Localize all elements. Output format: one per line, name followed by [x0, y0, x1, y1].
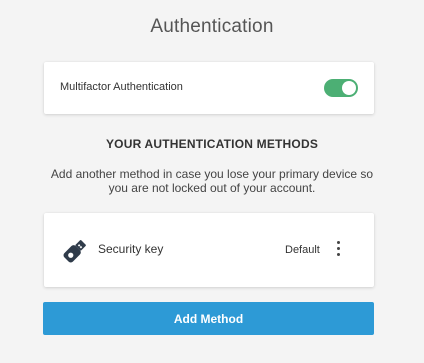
- add-method-button[interactable]: Add Method: [43, 302, 374, 335]
- mfa-label: Multifactor Authentication: [60, 81, 183, 93]
- method-card-security-key: Security key Default: [44, 213, 374, 287]
- methods-description: Add another method in case you lose your…: [50, 167, 374, 195]
- authentication-page: Authentication Multifactor Authenticatio…: [0, 0, 424, 363]
- mfa-toggle[interactable]: [324, 79, 358, 97]
- mfa-card: Multifactor Authentication: [44, 62, 374, 114]
- methods-heading: YOUR AUTHENTICATION METHODS: [105, 137, 319, 151]
- method-name: Security key: [98, 242, 164, 256]
- toggle-knob: [342, 81, 356, 95]
- page-title: Authentication: [150, 16, 274, 37]
- usb-security-key-icon: [63, 240, 86, 263]
- method-default-badge: Default: [285, 244, 320, 256]
- more-vertical-icon[interactable]: [332, 240, 346, 258]
